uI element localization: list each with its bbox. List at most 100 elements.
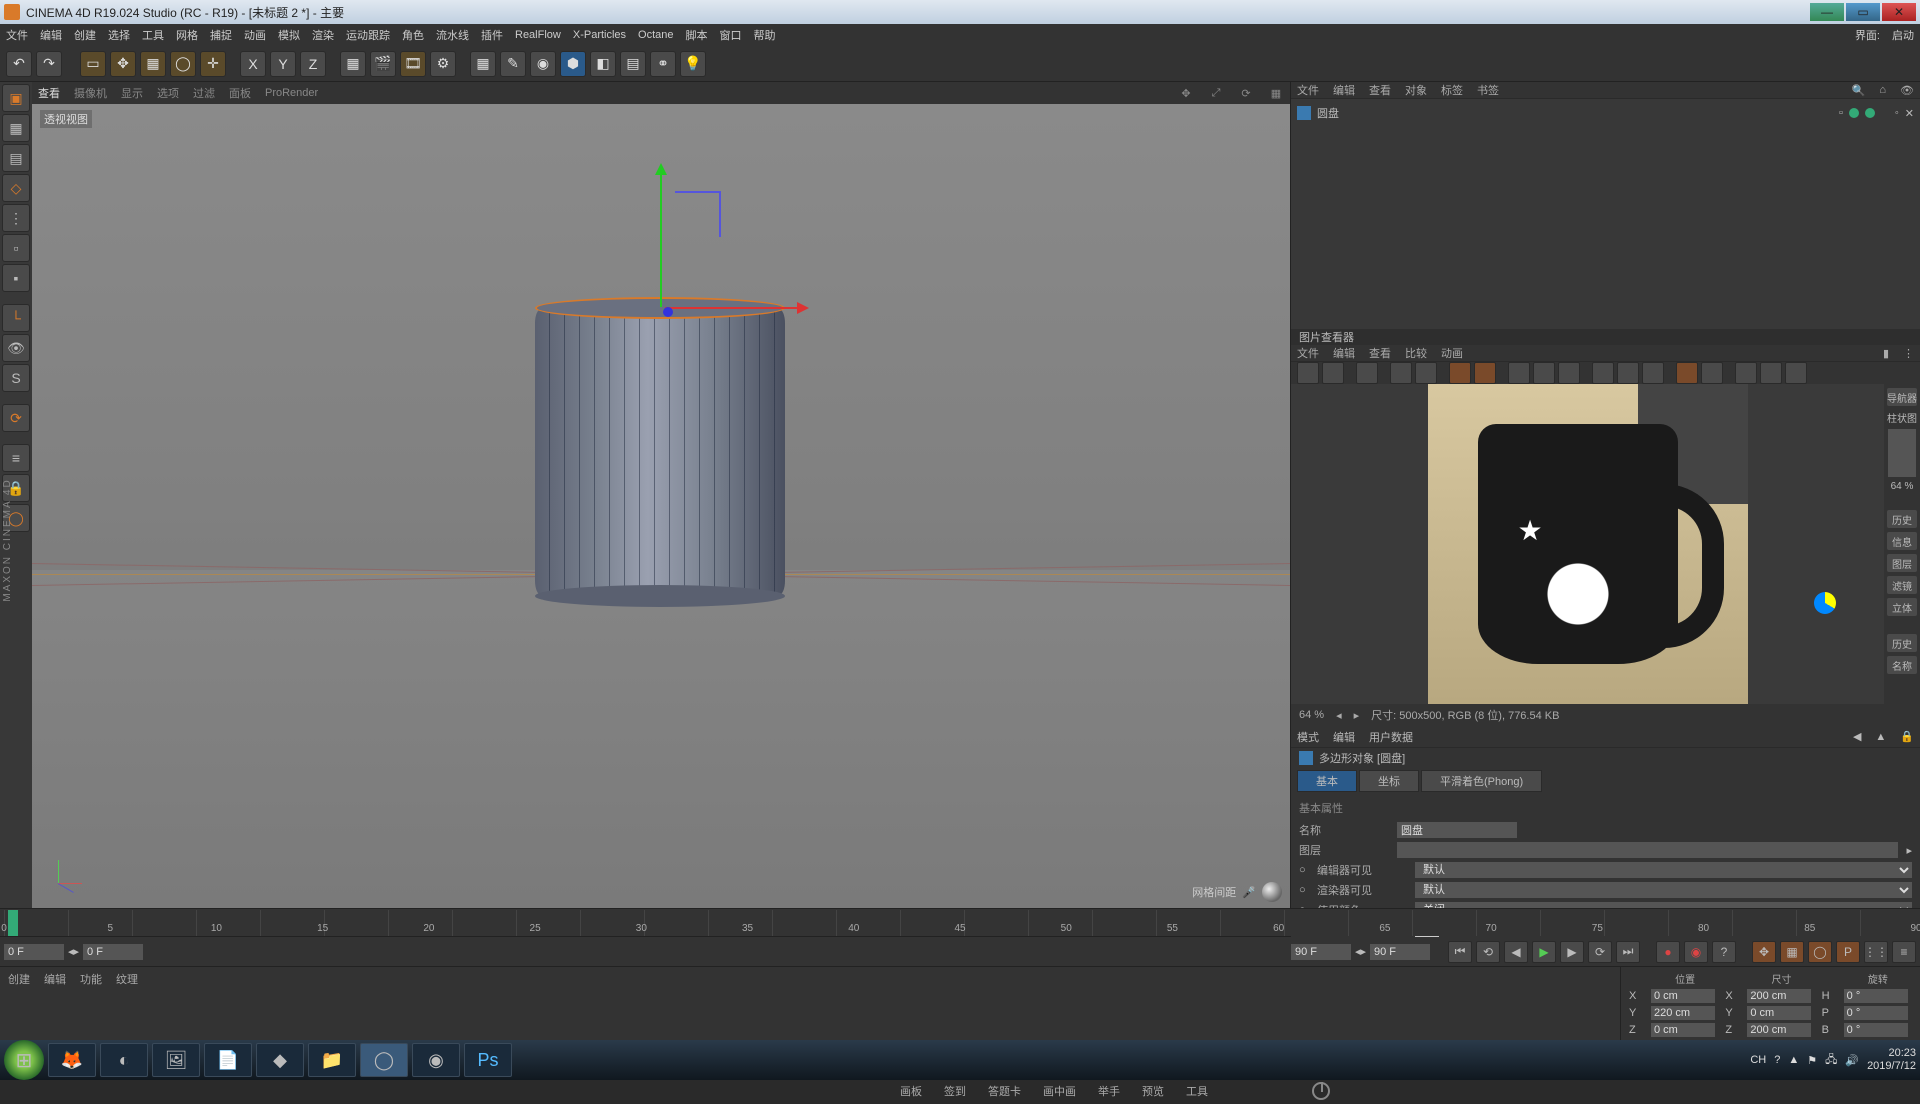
timeline-scale[interactable]: 051015202530354045505560657075808590	[4, 910, 1916, 936]
view-tab-prorender[interactable]: ProRender	[265, 87, 318, 99]
pv-menu-compare[interactable]: 比较	[1405, 345, 1427, 361]
pv-tool6-icon[interactable]	[1508, 362, 1530, 384]
pv-menu-view[interactable]: 查看	[1369, 345, 1391, 361]
pv-stereo-tab[interactable]: 立体	[1887, 598, 1917, 616]
make-editable-button[interactable]: ▣	[2, 84, 30, 112]
bb-answer[interactable]: 答题卡	[988, 1083, 1021, 1099]
obj-menu-file[interactable]: 文件	[1297, 82, 1319, 98]
taskbar-firefox[interactable]: 🦊	[48, 1043, 96, 1077]
tray-vol-icon[interactable]: 🔊	[1845, 1054, 1859, 1067]
layer-swatch-icon[interactable]: ▫	[1839, 107, 1843, 119]
record-button[interactable]: ●	[1656, 941, 1680, 963]
timeline-playhead[interactable]	[8, 910, 18, 936]
bb-artboard[interactable]: 画板	[900, 1083, 922, 1099]
rotate-tool[interactable]: ◯	[170, 51, 196, 77]
attr-back-icon[interactable]: ◀	[1853, 730, 1861, 743]
bb-tools[interactable]: 工具	[1186, 1083, 1208, 1099]
current-frame-input[interactable]	[83, 944, 143, 960]
gizmo-z-axis[interactable]	[675, 191, 721, 237]
menu-snap[interactable]: 捕捉	[210, 27, 232, 43]
menu-character[interactable]: 角色	[402, 27, 424, 43]
pv-tool3-icon[interactable]	[1415, 362, 1437, 384]
add-nurbs-button[interactable]: ◉	[530, 51, 556, 77]
end-frame-b-input[interactable]	[1370, 944, 1430, 960]
move-tool[interactable]: ✥	[110, 51, 136, 77]
obj-home-icon[interactable]: ⌂	[1879, 84, 1886, 96]
menu-render[interactable]: 渲染	[312, 27, 334, 43]
view-nav-move-icon[interactable]: ✥	[1178, 85, 1194, 101]
pv-nav-tab[interactable]: 导航器	[1887, 388, 1917, 406]
menu-create[interactable]: 创建	[74, 27, 96, 43]
mat-tab-texture[interactable]: 纹理	[116, 971, 138, 987]
power-icon[interactable]	[1312, 1082, 1330, 1100]
view-nav-toggle-icon[interactable]: ▦	[1268, 85, 1284, 101]
pv-tool13-icon[interactable]	[1701, 362, 1723, 384]
add-pen-button[interactable]: ✎	[500, 51, 526, 77]
pv-zoom[interactable]: 64 %	[1299, 709, 1324, 721]
view-tab-display[interactable]: 显示	[121, 85, 143, 101]
menu-tools[interactable]: 工具	[142, 27, 164, 43]
gizmo-center[interactable]	[663, 307, 673, 317]
menu-realflow[interactable]: RealFlow	[515, 29, 561, 41]
timeline[interactable]: 051015202530354045505560657075808590	[0, 908, 1920, 936]
end-frame-a-input[interactable]	[1291, 944, 1351, 960]
locked-workplane-button[interactable]: ⟳	[2, 404, 30, 432]
pv-tool14-icon[interactable]	[1735, 362, 1757, 384]
attr-layer-field[interactable]	[1397, 842, 1898, 858]
minimize-button[interactable]: —	[1810, 3, 1844, 21]
mat-tab-edit[interactable]: 编辑	[44, 971, 66, 987]
view-nav-zoom-icon[interactable]: ⤢	[1208, 85, 1224, 101]
render-settings-button[interactable]: ⚙	[430, 51, 456, 77]
goto-start-button[interactable]: ⏮	[1448, 941, 1472, 963]
view-nav-rotate-icon[interactable]: ⟳	[1238, 85, 1254, 101]
pv-menu-file[interactable]: 文件	[1297, 345, 1319, 361]
pv-menu-anim[interactable]: 动画	[1441, 345, 1463, 361]
attr-rendervis-select[interactable]: 默认	[1415, 882, 1912, 898]
keyframe-sel-button[interactable]: ?	[1712, 941, 1736, 963]
render-view-button[interactable]: ▦	[340, 51, 366, 77]
yaxis-lock[interactable]: Y	[270, 51, 296, 77]
prev-frame-button[interactable]: ◀	[1504, 941, 1528, 963]
coord-h-rot[interactable]	[1844, 989, 1908, 1003]
add-deformer-button[interactable]: ◧	[590, 51, 616, 77]
menu-simulate[interactable]: 模拟	[278, 27, 300, 43]
start-button[interactable]: ⊞	[4, 1040, 44, 1080]
redo-button[interactable]: ↷	[36, 51, 62, 77]
taskbar-app7[interactable]: ◉	[412, 1043, 460, 1077]
render-pv-button[interactable]: 🎬	[370, 51, 396, 77]
xaxis-lock[interactable]: X	[240, 51, 266, 77]
pv-layer-tab[interactable]: 图层	[1887, 554, 1917, 572]
edge-mode-button[interactable]: ▫	[2, 234, 30, 262]
tray-clock[interactable]: 20:23 2019/7/12	[1867, 1047, 1916, 1073]
menu-xparticles[interactable]: X-Particles	[573, 29, 626, 41]
model-mode-button[interactable]: ▦	[2, 114, 30, 142]
coord-y-pos[interactable]	[1651, 1006, 1715, 1020]
key-param-button[interactable]: P	[1836, 941, 1860, 963]
tray-ime[interactable]: CH	[1750, 1054, 1766, 1066]
bb-raisehand[interactable]: 举手	[1098, 1083, 1120, 1099]
axis-button[interactable]: └	[2, 304, 30, 332]
editor-vis-dot[interactable]	[1849, 108, 1859, 118]
pv-tool2-icon[interactable]	[1390, 362, 1412, 384]
pv-tool10-icon[interactable]	[1617, 362, 1639, 384]
add-camera-button[interactable]: ⚭	[650, 51, 676, 77]
prev-key-button[interactable]: ⟲	[1476, 941, 1500, 963]
view-tab-options[interactable]: 选项	[157, 85, 179, 101]
nav-ball-icon[interactable]	[1262, 882, 1282, 902]
mat-tab-function[interactable]: 功能	[80, 971, 102, 987]
play-button[interactable]: ▶	[1532, 941, 1556, 963]
coord-x-size[interactable]	[1747, 989, 1811, 1003]
menu-edit[interactable]: 编辑	[40, 27, 62, 43]
undo-button[interactable]: ↶	[6, 51, 32, 77]
pv-history-tab[interactable]: 历史	[1887, 510, 1917, 528]
layer-button[interactable]: ≡	[2, 444, 30, 472]
pv-tool9-icon[interactable]	[1592, 362, 1614, 384]
point-mode-button[interactable]: ⋮	[2, 204, 30, 232]
view-tab-cameras[interactable]: 摄像机	[74, 85, 107, 101]
bb-pip[interactable]: 画中画	[1043, 1083, 1076, 1099]
obj-search-icon[interactable]: 🔍	[1852, 84, 1866, 97]
pv-menu-edit[interactable]: 编辑	[1333, 345, 1355, 361]
menu-plugins[interactable]: 插件	[481, 27, 503, 43]
pv-dock-icon[interactable]: ▮	[1883, 347, 1889, 360]
pv-history2-tab[interactable]: 历史	[1887, 634, 1917, 652]
